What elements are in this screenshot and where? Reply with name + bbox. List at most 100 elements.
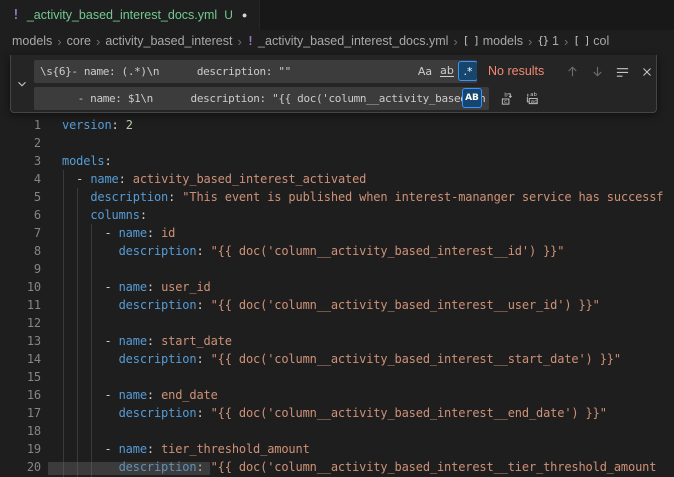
line-number[interactable]: 9 (0, 260, 41, 278)
code-text[interactable] (41, 422, 62, 440)
code-line[interactable]: 17 description: "{{ doc('column__activit… (0, 404, 674, 422)
code-text[interactable]: - name: tier_threshold_amount (41, 440, 310, 458)
breadcrumb-item[interactable]: {}1 (537, 34, 559, 48)
replace-input-value: - name: $1\n description: "{{ doc('colum… (34, 92, 485, 105)
line-number[interactable]: 15 (0, 368, 41, 386)
breadcrumb-item[interactable]: !_activity_based_interest_docs.yml (247, 34, 449, 48)
line-number[interactable]: 19 (0, 440, 41, 458)
code-token: name (119, 280, 147, 294)
line-number[interactable]: 6 (0, 206, 41, 224)
code-text[interactable]: columns: (41, 206, 147, 224)
line-number[interactable]: 20 (0, 458, 41, 476)
code-line[interactable]: 11 description: "{{ doc('column__activit… (0, 296, 674, 314)
line-number[interactable]: 4 (0, 170, 41, 188)
breadcrumb-label: models (483, 34, 523, 48)
code-token: columns (90, 208, 140, 222)
code-line[interactable]: 12 (0, 314, 674, 332)
code-line[interactable]: 10 - name: user_id (0, 278, 674, 296)
close-find-widget-button[interactable] (636, 60, 658, 83)
line-number[interactable]: 2 (0, 134, 41, 152)
code-text[interactable]: - name: end_date (41, 386, 218, 404)
replace-input[interactable]: - name: $1\n description: "{{ doc('colum… (34, 87, 489, 110)
find-results-status: No results (488, 60, 544, 83)
code-text[interactable] (41, 134, 62, 152)
next-match-button[interactable] (586, 60, 608, 83)
line-number[interactable]: 7 (0, 224, 41, 242)
close-icon (640, 65, 654, 79)
code-line[interactable]: 18 (0, 422, 674, 440)
code-token (62, 406, 119, 420)
code-line[interactable]: 3models: (0, 152, 674, 170)
regex-button[interactable]: .* (458, 61, 477, 81)
code-token: : (196, 298, 210, 312)
toggle-replace-button[interactable] (11, 55, 33, 112)
code-text[interactable] (41, 260, 62, 278)
tab-bar: ! _activity_based_interest_docs.yml U ● (0, 0, 674, 30)
preserve-case-button[interactable]: AB (462, 88, 482, 108)
whole-word-button[interactable]: ab (437, 61, 457, 81)
breadcrumb-item[interactable]: models (12, 34, 52, 48)
code-text[interactable]: models: (41, 152, 112, 170)
code-line[interactable]: 16 - name: end_date (0, 386, 674, 404)
code-editor[interactable]: 1version: 223models:4 - name: activity_b… (0, 52, 674, 477)
horizontal-scrollbar[interactable] (48, 462, 210, 475)
line-number[interactable]: 17 (0, 404, 41, 422)
code-line[interactable]: 19 - name: tier_threshold_amount (0, 440, 674, 458)
line-number[interactable]: 5 (0, 188, 41, 206)
code-text[interactable] (41, 368, 62, 386)
code-token: : (140, 208, 147, 222)
code-line[interactable]: 14 description: "{{ doc('column__activit… (0, 350, 674, 368)
code-line[interactable]: 4 - name: activity_based_interest_activa… (0, 170, 674, 188)
code-text[interactable]: - name: start_date (41, 332, 232, 350)
code-text[interactable]: description: "{{ doc('column__activity_b… (41, 242, 564, 260)
breadcrumb-item[interactable]: [ ]col (573, 34, 609, 48)
breadcrumb-item[interactable]: activity_based_interest (105, 34, 232, 48)
code-line[interactable]: 5 description: "This event is published … (0, 188, 674, 206)
code-text[interactable]: - name: id (41, 224, 175, 242)
code-line[interactable]: 13 - name: start_date (0, 332, 674, 350)
code-line[interactable]: 1version: 2 (0, 116, 674, 134)
code-text[interactable]: description: "{{ doc('column__activity_b… (41, 350, 621, 368)
line-number[interactable]: 13 (0, 332, 41, 350)
code-line[interactable]: 15 (0, 368, 674, 386)
tab-activity-based-interest-docs[interactable]: ! _activity_based_interest_docs.yml U ● (0, 0, 260, 30)
code-token: description (119, 244, 197, 258)
code-text[interactable]: - name: activity_based_interest_activate… (41, 170, 366, 188)
match-case-button[interactable]: Aa (415, 61, 435, 81)
code-line[interactable]: 2 (0, 134, 674, 152)
code-text[interactable]: description: "{{ doc('column__activity_b… (41, 404, 607, 422)
breadcrumb-item[interactable]: core (67, 34, 91, 48)
code-token: : (147, 334, 161, 348)
line-number[interactable]: 10 (0, 278, 41, 296)
replace-all-button[interactable]: ab ac (521, 87, 543, 110)
code-token (62, 244, 119, 258)
replace-button[interactable]: b c (496, 87, 518, 110)
previous-match-button[interactable] (561, 60, 583, 83)
code-token: name (119, 226, 147, 240)
find-in-selection-button[interactable] (611, 60, 633, 83)
svg-text:ab: ab (530, 92, 537, 98)
code-text[interactable]: version: 2 (41, 116, 133, 134)
line-number[interactable]: 16 (0, 386, 41, 404)
code-text[interactable] (41, 314, 62, 332)
line-number[interactable]: 11 (0, 296, 41, 314)
line-number[interactable]: 18 (0, 422, 41, 440)
unsaved-changes-icon[interactable]: ● (242, 10, 247, 20)
code-line[interactable]: 7 - name: id (0, 224, 674, 242)
code-line[interactable]: 9 (0, 260, 674, 278)
line-number[interactable]: 1 (0, 116, 41, 134)
breadcrumb-separator-icon: › (96, 34, 100, 49)
code-token: : (196, 352, 210, 366)
line-number[interactable]: 8 (0, 242, 41, 260)
breadcrumb-item[interactable]: [ ]models (463, 34, 523, 48)
code-text[interactable]: - name: user_id (41, 278, 211, 296)
code-text[interactable]: description: "{{ doc('column__activity_b… (41, 296, 600, 314)
line-number[interactable]: 14 (0, 350, 41, 368)
find-input[interactable]: \s{6}- name: (.*)\n description: "" Aa a… (34, 60, 477, 83)
line-number[interactable]: 12 (0, 314, 41, 332)
code-line[interactable]: 6 columns: (0, 206, 674, 224)
code-text[interactable]: description: "This event is published wh… (41, 188, 663, 206)
code-line[interactable]: 8 description: "{{ doc('column__activity… (0, 242, 674, 260)
code-token: name (119, 442, 147, 456)
line-number[interactable]: 3 (0, 152, 41, 170)
